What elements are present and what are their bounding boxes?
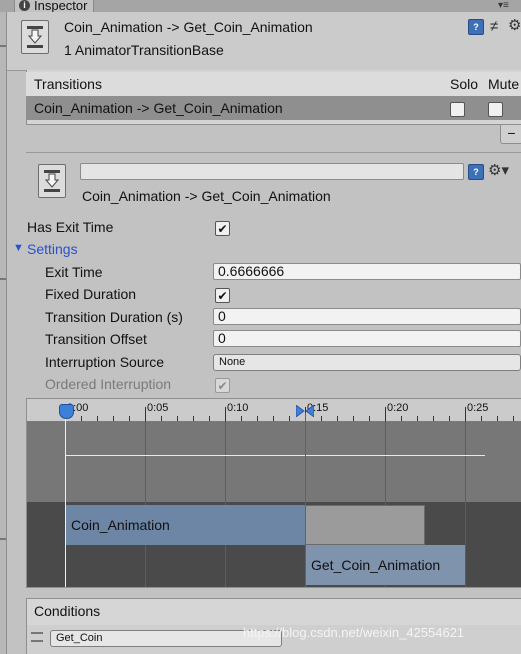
transition-settings-icon bbox=[38, 164, 66, 198]
ruler-tick bbox=[321, 416, 322, 421]
ruler-label: 0:05 bbox=[147, 402, 169, 414]
timeline-gridline bbox=[465, 421, 466, 587]
remove-transition-button[interactable]: − bbox=[500, 125, 521, 144]
transitions-header-label: Transitions bbox=[34, 76, 102, 92]
ordered-interruption-label: Ordered Interruption bbox=[45, 376, 172, 392]
timeline-gridline bbox=[145, 421, 146, 587]
playhead-line bbox=[65, 413, 66, 587]
ruler-tick bbox=[257, 416, 258, 421]
ruler-tick bbox=[433, 416, 434, 421]
ruler-tick bbox=[81, 416, 82, 421]
header-subtitle: 1 AnimatorTransitionBase bbox=[64, 42, 224, 58]
solo-header-label: Solo bbox=[450, 76, 479, 92]
left-panel-edge bbox=[0, 12, 7, 654]
transition-offset-label: Transition Offset bbox=[45, 331, 147, 347]
solo-checkbox[interactable] bbox=[450, 102, 465, 117]
conditions-header-label: Conditions bbox=[34, 603, 101, 619]
timeline-gridline bbox=[225, 421, 226, 587]
ruler-tick bbox=[369, 416, 370, 421]
has-exit-time-label: Has Exit Time bbox=[27, 219, 114, 235]
watermark: https://blog.csdn.net/weixin_42554621 bbox=[243, 625, 465, 640]
ruler-tick bbox=[465, 407, 466, 421]
fixed-duration-label: Fixed Duration bbox=[45, 286, 137, 302]
has-exit-time-checkbox[interactable] bbox=[215, 221, 230, 236]
section-divider bbox=[26, 152, 521, 153]
transition-help-icon[interactable]: ? bbox=[468, 164, 484, 180]
exit-time-field[interactable]: 0.6666666 bbox=[213, 263, 521, 280]
transition-curve bbox=[65, 455, 485, 456]
ruler-tick bbox=[513, 416, 514, 421]
transition-duration-label: Transition Duration (s) bbox=[45, 309, 183, 325]
ruler-tick bbox=[145, 407, 146, 421]
ruler-tick bbox=[417, 416, 418, 421]
settings-foldout-arrow-icon[interactable]: ▼ bbox=[13, 242, 24, 254]
ruler-tick bbox=[193, 416, 194, 421]
ruler-tick bbox=[161, 416, 162, 421]
exit-time-label: Exit Time bbox=[45, 264, 103, 280]
left-edge-tick bbox=[0, 538, 6, 540]
left-edge-tick bbox=[0, 45, 6, 47]
mute-header-label: Mute bbox=[488, 76, 520, 92]
mute-checkbox[interactable] bbox=[488, 102, 503, 117]
curve-track bbox=[27, 422, 521, 502]
ruler-tick bbox=[241, 416, 242, 421]
ruler-label: 0:20 bbox=[387, 402, 409, 414]
info-icon: i bbox=[19, 0, 30, 11]
transition-timeline[interactable]: 0:00 0:05 0:10 0:15 0:20 0:25 Coin_Anima… bbox=[26, 398, 521, 588]
transition-duration-field[interactable]: 0 bbox=[213, 308, 521, 325]
source-clip[interactable]: Coin_Animation bbox=[65, 505, 305, 545]
transition-row-name: Coin_Animation -> Get_Coin_Animation bbox=[34, 100, 283, 116]
ruler-tick bbox=[353, 416, 354, 421]
left-edge-tick bbox=[0, 278, 6, 280]
ruler-tick bbox=[273, 416, 274, 421]
drag-handle-icon[interactable] bbox=[31, 632, 43, 642]
ruler-tick bbox=[209, 416, 210, 421]
gear-icon[interactable]: ⚙ bbox=[508, 16, 521, 34]
source-clip-extension bbox=[305, 505, 425, 545]
header-title: Coin_Animation -> Get_Coin_Animation bbox=[64, 19, 313, 35]
ruler-tick bbox=[113, 416, 114, 421]
transition-name-field[interactable] bbox=[80, 163, 464, 180]
window-menu-icon[interactable]: ▾≡ bbox=[498, 0, 518, 11]
preset-icon[interactable]: ≠ bbox=[490, 18, 498, 35]
ruler-tick bbox=[401, 416, 402, 421]
transition-title: Coin_Animation -> Get_Coin_Animation bbox=[82, 188, 331, 204]
ruler-tick bbox=[497, 416, 498, 421]
tab-label: Inspector bbox=[34, 0, 88, 13]
ruler-label: 0:25 bbox=[467, 402, 489, 414]
ruler-tick bbox=[177, 416, 178, 421]
interruption-source-dropdown[interactable]: None bbox=[213, 354, 521, 371]
ruler-tick bbox=[289, 416, 290, 421]
conditions-header bbox=[26, 598, 521, 626]
ruler-tick bbox=[129, 416, 130, 421]
transition-gear-icon[interactable]: ⚙▾ bbox=[488, 161, 509, 179]
settings-foldout-label[interactable]: Settings bbox=[27, 241, 78, 257]
ruler-tick bbox=[337, 416, 338, 421]
timeline-ruler: 0:00 0:05 0:10 0:15 0:20 0:25 bbox=[27, 399, 521, 422]
ordered-interruption-checkbox bbox=[215, 378, 230, 393]
fixed-duration-checkbox[interactable] bbox=[215, 288, 230, 303]
help-icon[interactable]: ? bbox=[468, 19, 484, 35]
transition-start-handle-icon[interactable] bbox=[59, 404, 74, 419]
ruler-tick bbox=[449, 416, 450, 421]
transition-icon bbox=[21, 20, 49, 54]
ruler-tick bbox=[385, 407, 386, 421]
transition-offset-field[interactable]: 0 bbox=[213, 330, 521, 347]
ruler-tick bbox=[481, 416, 482, 421]
ruler-label: 0:10 bbox=[227, 402, 249, 414]
ruler-tick bbox=[97, 416, 98, 421]
transition-end-handle-icon[interactable] bbox=[295, 404, 315, 418]
transition-end-line bbox=[305, 413, 306, 587]
destination-clip[interactable]: Get_Coin_Animation bbox=[305, 545, 465, 585]
ruler-tick bbox=[225, 407, 226, 421]
interruption-source-label: Interruption Source bbox=[45, 354, 165, 370]
